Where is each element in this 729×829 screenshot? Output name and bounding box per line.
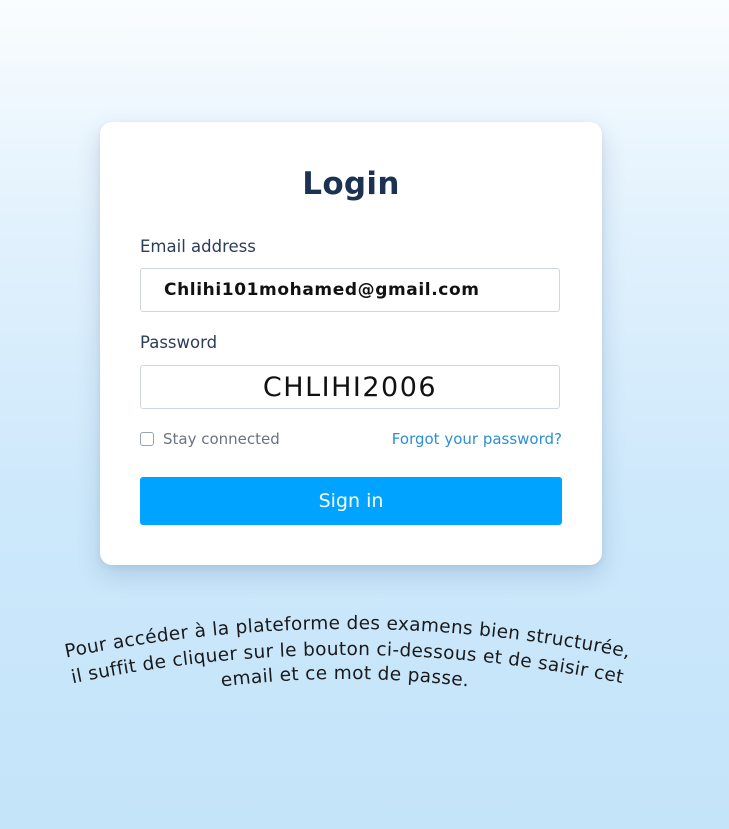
- sign-in-button[interactable]: Sign in: [140, 477, 562, 525]
- login-card: Login Email address Password Stay connec…: [100, 122, 602, 565]
- login-title: Login: [302, 166, 400, 202]
- stay-connected-row[interactable]: Stay connected: [140, 430, 280, 448]
- email-field[interactable]: [140, 268, 560, 312]
- instruction-caption: Pour accéder à la plateforme des examens…: [63, 613, 632, 692]
- stay-connected-label[interactable]: Stay connected: [163, 430, 280, 448]
- forgot-password-link[interactable]: Forgot your password?: [392, 430, 562, 448]
- password-field[interactable]: [140, 365, 560, 409]
- caption-line-3: email et ce mot de passe.: [220, 663, 471, 692]
- email-label: Email address: [140, 237, 256, 256]
- password-label: Password: [140, 333, 218, 352]
- stay-connected-checkbox[interactable]: [140, 432, 154, 446]
